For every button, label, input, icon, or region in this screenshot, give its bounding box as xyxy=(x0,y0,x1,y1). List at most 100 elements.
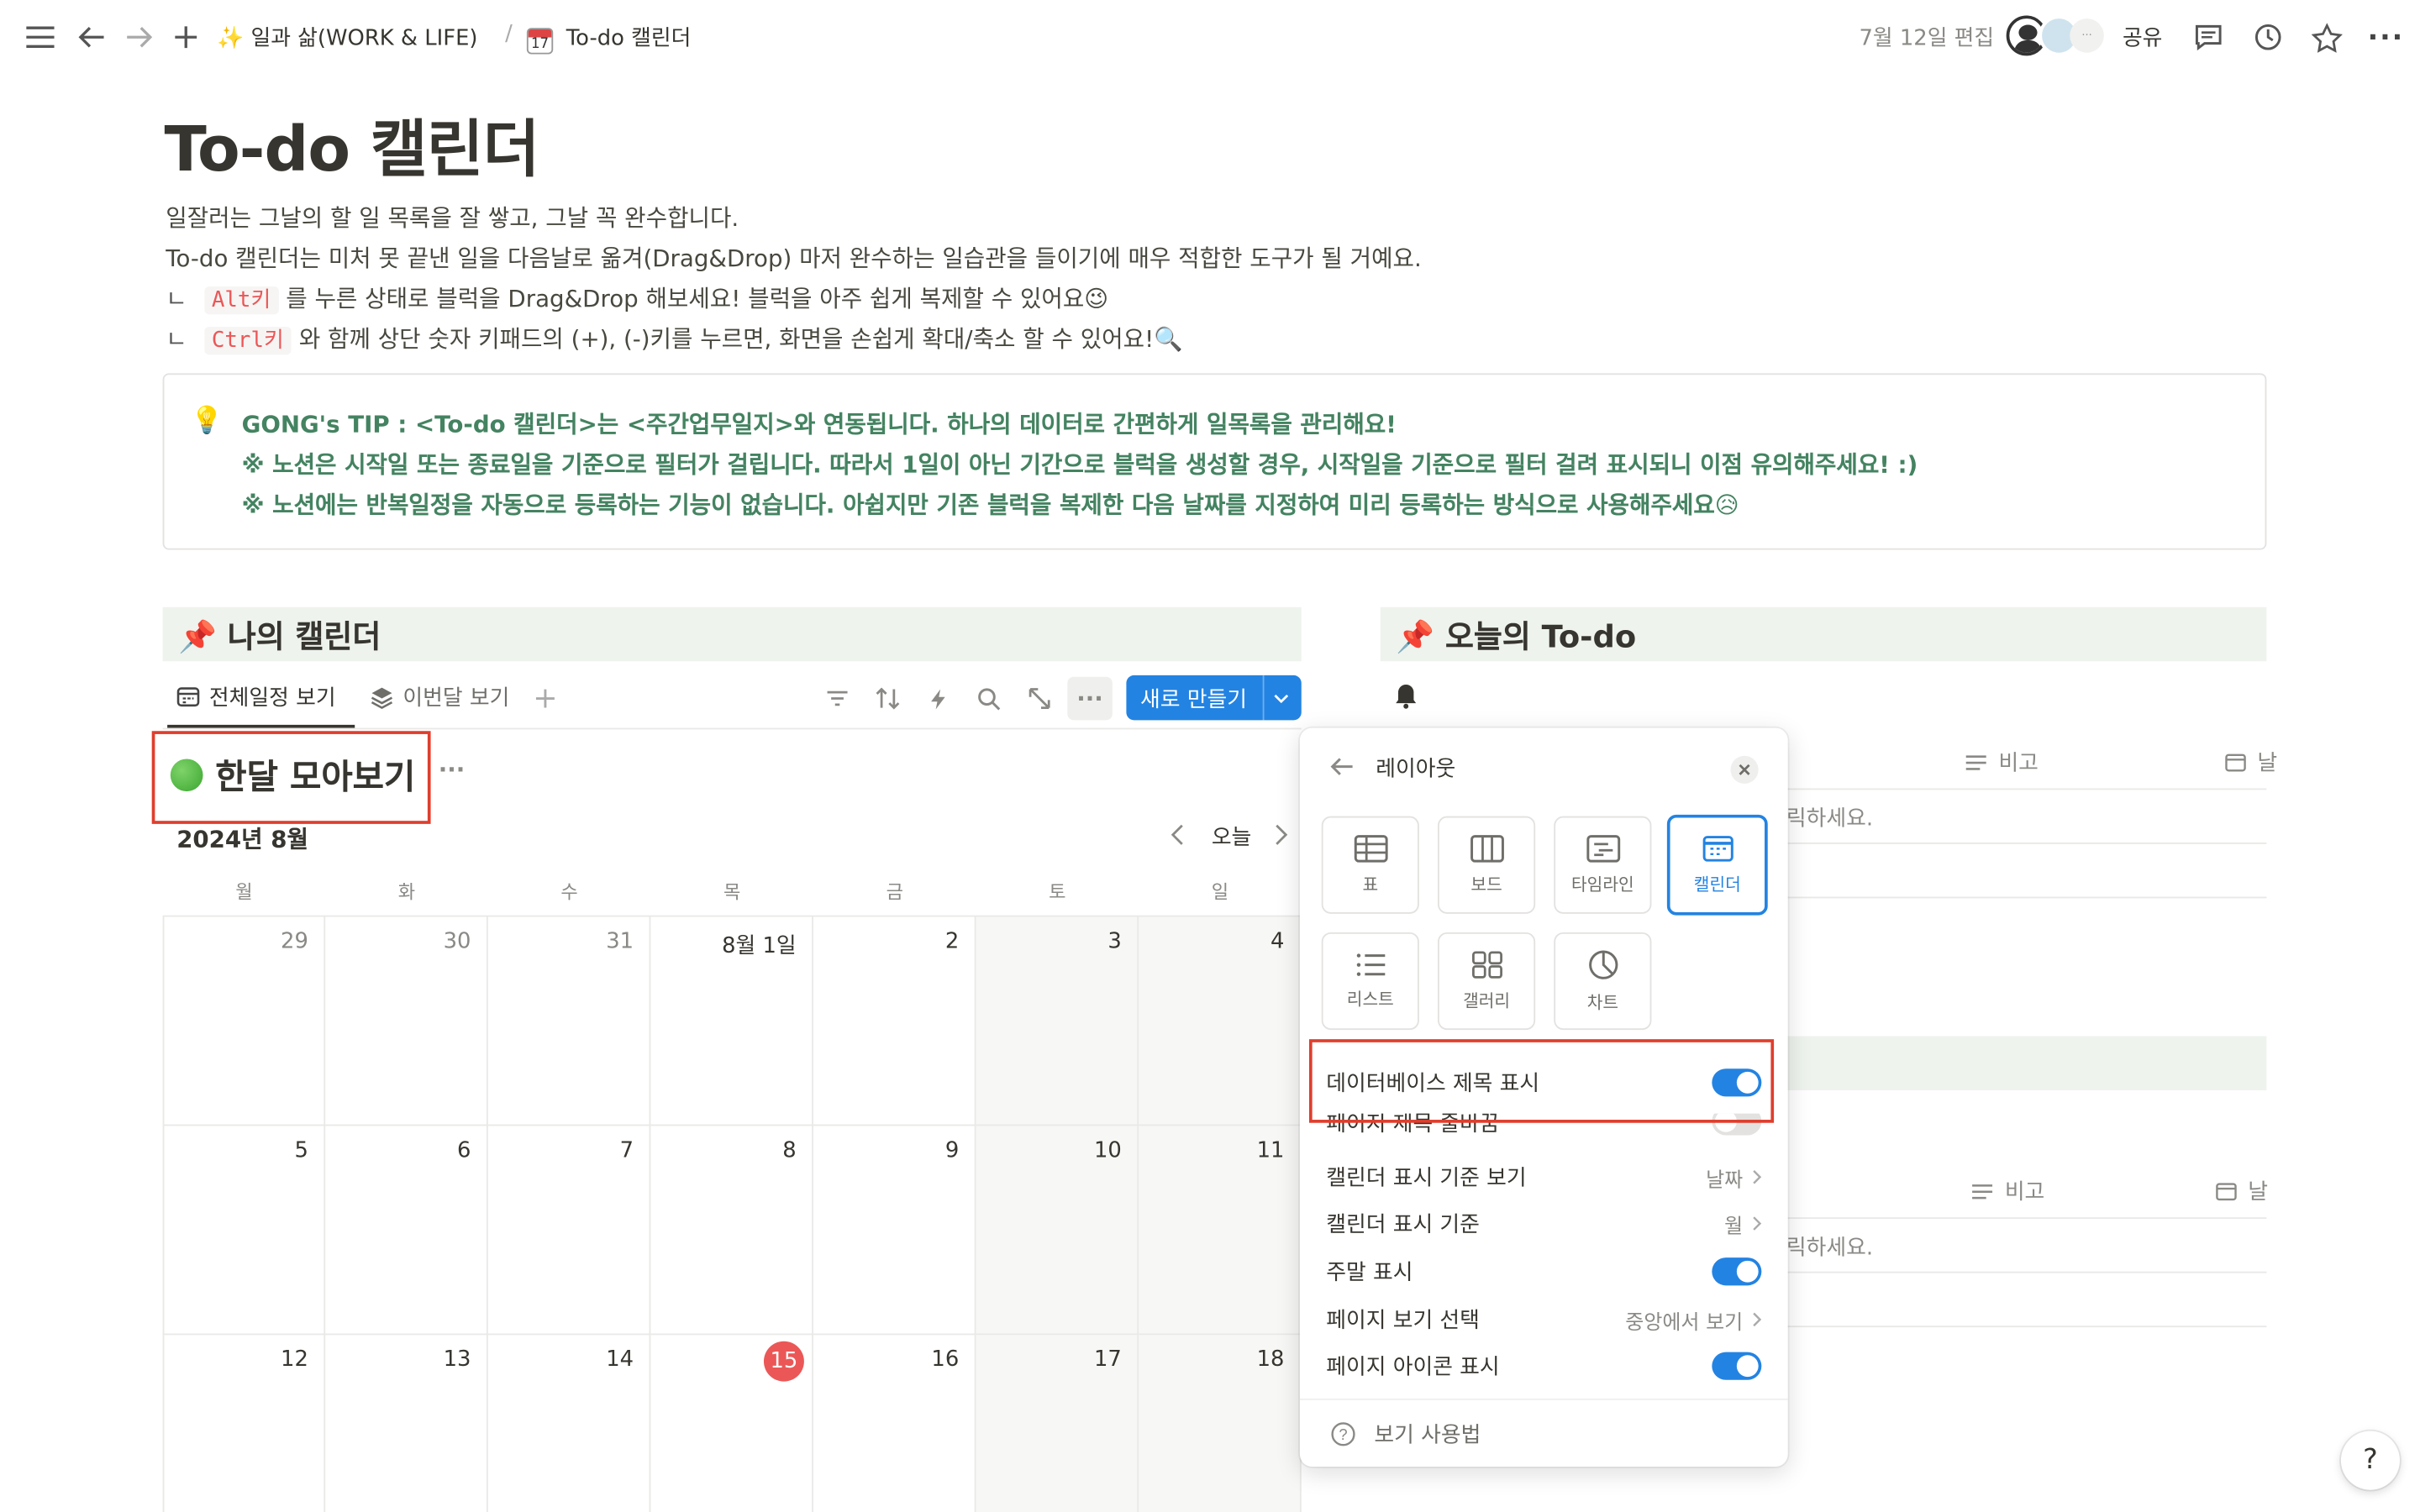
day-number: 30 xyxy=(443,929,471,954)
popup-divider xyxy=(1299,1398,1788,1400)
timeline-icon xyxy=(1586,834,1620,862)
calendar-day-cell[interactable]: 31 xyxy=(487,916,651,1126)
today-date-badge: 15 xyxy=(763,1341,804,1382)
setting-page-view[interactable]: 페이지 보기 선택 중앙에서 보기 xyxy=(1326,1304,1762,1335)
calendar-day-cell[interactable]: 18 xyxy=(1139,1335,1302,1512)
help-button[interactable]: ? xyxy=(2340,1431,2400,1490)
column-header-note[interactable]: 비고 xyxy=(1965,747,2039,778)
setting-show-weekends[interactable]: 주말 표시 xyxy=(1326,1256,1762,1287)
calendar-day-cell[interactable]: 12 xyxy=(162,1335,326,1512)
weekday-label: 토 xyxy=(1049,881,1066,903)
more-icon[interactable]: ··· xyxy=(2367,18,2404,55)
inline-code-alt: Alt키 xyxy=(203,286,279,315)
automation-icon[interactable] xyxy=(920,681,955,716)
layout-option-chart[interactable]: 차트 xyxy=(1554,932,1652,1031)
tab-label: 이번달 보기 xyxy=(402,685,510,711)
chevron-right-icon[interactable] xyxy=(1275,824,1288,846)
calendar-day-cell[interactable]: 30 xyxy=(325,916,488,1126)
tab-this-month[interactable]: 이번달 보기 xyxy=(371,681,510,712)
breadcrumb-workspace[interactable]: ✨ 일과 삶(WORK & LIFE) xyxy=(217,22,477,53)
breadcrumb-current[interactable]: 17 To-do 캘린더 xyxy=(526,22,691,55)
bell-icon[interactable] xyxy=(1394,683,1418,709)
more-options-icon[interactable]: ··· xyxy=(1067,676,1113,721)
today-button[interactable]: 오늘 xyxy=(1212,821,1252,852)
calendar-day-cell[interactable]: 5 xyxy=(162,1126,326,1336)
calendar-day-cell[interactable]: 17 xyxy=(976,1335,1139,1512)
column-header-note[interactable]: 비고 xyxy=(1970,1175,2044,1206)
section-heading-todo: 📌 오늘의 To-do xyxy=(1380,606,2267,662)
calendar-grid: 29 30 31 8월 1일 2 3 4 5 6 7 8 9 10 11 12 13 14 15 16 17 18 xyxy=(162,915,1302,1512)
layout-option-list[interactable]: 리스트 xyxy=(1321,932,1419,1031)
layout-option-gallery[interactable]: 갤러리 xyxy=(1438,932,1536,1031)
calendar-day-cell[interactable]: 29 xyxy=(162,916,326,1126)
calendar-day-cell[interactable]: 15 xyxy=(650,1335,813,1512)
setting-show-page-icon[interactable]: 페이지 아이콘 표시 xyxy=(1326,1351,1762,1382)
calendar-day-cell[interactable]: 9 xyxy=(813,1126,976,1336)
add-page-icon[interactable] xyxy=(167,18,204,55)
calendar-day-cell[interactable]: 10 xyxy=(976,1126,1139,1336)
layout-label: 캘린더 xyxy=(1693,874,1741,895)
expand-icon[interactable] xyxy=(1023,681,1057,716)
filter-icon[interactable] xyxy=(819,681,854,716)
calendar-day-cell[interactable]: 2 xyxy=(813,916,976,1126)
add-view-button[interactable]: + xyxy=(533,681,557,716)
setting-calendar-basis[interactable]: 캘린더 표시 기준 월 xyxy=(1326,1208,1762,1239)
search-icon[interactable] xyxy=(971,681,1006,716)
calendar-day-cell[interactable]: 7 xyxy=(487,1126,651,1336)
weekday-label: 월 xyxy=(235,881,253,903)
calendar-day-cell[interactable]: 13 xyxy=(325,1335,488,1512)
share-button[interactable]: 공유 xyxy=(2123,22,2163,53)
calendar-day-cell[interactable]: 6 xyxy=(325,1126,488,1336)
day-number: 31 xyxy=(606,929,634,954)
layout-option-board[interactable]: 보드 xyxy=(1438,816,1536,914)
calendar-day-cell[interactable]: 3 xyxy=(976,916,1139,1126)
calendar-view-icon xyxy=(176,686,200,708)
avatar[interactable]: ··· xyxy=(2070,18,2104,53)
chevron-left-icon[interactable] xyxy=(1171,824,1184,846)
layout-option-calendar[interactable]: 캘린더 xyxy=(1666,814,1768,916)
layout-option-timeline[interactable]: 타임라인 xyxy=(1554,816,1652,914)
back-arrow-icon[interactable] xyxy=(1329,756,1355,778)
menu-icon[interactable] xyxy=(22,18,59,55)
inline-code-ctrl: Ctrl키 xyxy=(203,327,292,355)
toggle-switch[interactable] xyxy=(1712,1257,1762,1286)
table-divider xyxy=(1781,843,2267,844)
help-link[interactable]: ? 보기 사용법 xyxy=(1331,1419,1481,1450)
calendar-day-cell[interactable]: 16 xyxy=(813,1335,976,1512)
top-bar: ✨ 일과 삶(WORK & LIFE) / 17 To-do 캘린더 7월 12… xyxy=(0,0,2420,75)
layout-label: 표 xyxy=(1362,874,1379,895)
tab-all-schedule[interactable]: 전체일정 보기 xyxy=(176,681,336,712)
column-header-date[interactable]: 날 xyxy=(2225,747,2277,778)
database-title-more-icon[interactable]: ··· xyxy=(439,756,466,784)
column-header-date[interactable]: 날 xyxy=(2216,1175,2268,1206)
weekday-label: 목 xyxy=(723,881,741,903)
calendar-day-cell[interactable]: 8월 1일 xyxy=(650,916,813,1126)
day-number: 7 xyxy=(619,1138,634,1163)
setting-calendar-by[interactable]: 캘린더 표시 기준 보기 날짜 xyxy=(1326,1162,1762,1193)
setting-value: 중앙에서 보기 xyxy=(1625,1310,1744,1335)
table-divider xyxy=(1781,1271,2267,1273)
toggle-switch[interactable] xyxy=(1712,1352,1762,1380)
forward-arrow-icon[interactable] xyxy=(121,18,158,55)
comment-icon[interactable] xyxy=(2189,18,2226,55)
chevron-down-icon[interactable] xyxy=(1265,693,1290,703)
column-label: 날 xyxy=(2248,1179,2269,1205)
calendar-day-cell[interactable]: 11 xyxy=(1139,1126,1302,1336)
close-icon[interactable] xyxy=(1730,755,1759,784)
highlight-box-db-title xyxy=(151,731,431,824)
calendar-day-cell[interactable]: 8 xyxy=(650,1126,813,1336)
back-arrow-icon[interactable] xyxy=(73,18,110,55)
history-icon[interactable] xyxy=(2249,18,2286,55)
star-icon[interactable] xyxy=(2308,18,2345,55)
new-button[interactable]: 새로 만들기 xyxy=(1126,675,1302,721)
day-number: 17 xyxy=(1094,1347,1122,1373)
day-number: 5 xyxy=(294,1138,308,1163)
layout-option-table[interactable]: 표 xyxy=(1321,816,1419,914)
day-number: 29 xyxy=(281,929,308,954)
setting-value: 날짜 xyxy=(1706,1168,1744,1192)
month-label: 2024년 8월 xyxy=(176,825,308,853)
calendar-day-cell[interactable]: 4 xyxy=(1139,916,1302,1126)
page-title[interactable]: To-do 캘린더 xyxy=(164,99,539,189)
calendar-day-cell[interactable]: 14 xyxy=(488,1335,651,1512)
sort-icon[interactable] xyxy=(871,681,905,716)
